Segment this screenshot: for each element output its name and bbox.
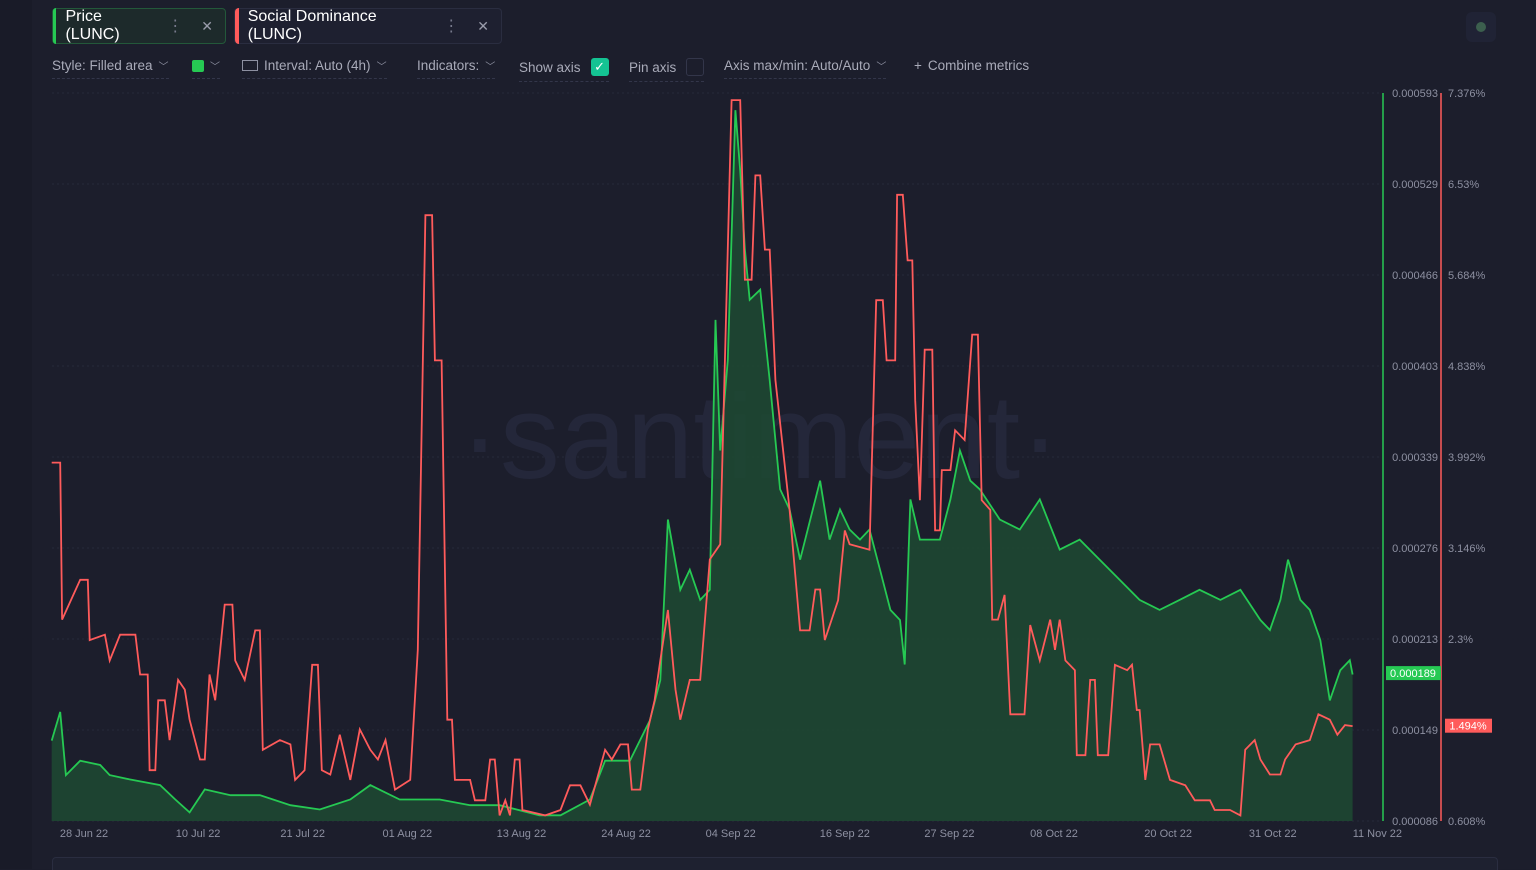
dominance-axis-tick: 2.3% — [1448, 634, 1473, 646]
price-axis-tick: 0.000276 — [1392, 543, 1438, 555]
dominance-axis-tick: 6.53% — [1448, 179, 1479, 191]
price-axis-tick: 0.000339 — [1392, 452, 1438, 464]
x-axis-tick: 20 Oct 22 — [1144, 828, 1192, 840]
x-axis-tick: 08 Oct 22 — [1030, 828, 1078, 840]
more-options-icon[interactable]: ⋮ — [167, 16, 183, 36]
pin-axis-label: Pin axis — [629, 59, 677, 75]
price-axis-tick: 0.000529 — [1392, 179, 1438, 191]
close-icon[interactable]: ✕ — [201, 18, 213, 35]
close-icon[interactable]: ✕ — [477, 18, 489, 35]
series-color-marker — [235, 8, 239, 44]
status-button[interactable] — [1466, 12, 1496, 42]
price-axis-tick: 0.000149 — [1392, 725, 1438, 737]
x-axis-tick: 24 Aug 22 — [601, 828, 651, 840]
price-axis-tick: 0.000466 — [1392, 270, 1438, 282]
dominance-axis-tick: 7.376% — [1448, 88, 1486, 100]
dominance-axis-tick: 3.992% — [1448, 452, 1486, 464]
tab-label: Price (LUNC) — [65, 8, 120, 43]
axis-maxmin-dropdown[interactable]: Axis max/min: Auto/Auto ﹀ — [724, 58, 887, 79]
x-axis-tick: 13 Aug 22 — [497, 828, 547, 840]
price-axis-tick: 0.000403 — [1392, 361, 1438, 373]
timeline-scroller[interactable] — [52, 857, 1498, 870]
show-axis-toggle[interactable]: Show axis ✓ — [519, 58, 609, 82]
chevron-down-icon: ﹀ — [158, 62, 169, 73]
chart-canvas[interactable]: ·santiment· 0.0005930.0005290.0004660.00… — [0, 0, 1536, 869]
interval-dropdown[interactable]: Interval: Auto (4h) ﹀ — [242, 58, 387, 79]
combine-metrics-label: Combine metrics — [927, 58, 1030, 73]
axis-maxmin-label: Axis max/min: Auto/Auto — [724, 58, 871, 73]
chevron-down-icon: ﹀ — [485, 62, 496, 73]
style-dropdown[interactable]: Style: Filled area ﹀ — [52, 58, 169, 79]
status-dot-icon — [1476, 22, 1486, 32]
price-axis-tick: 0.000593 — [1392, 88, 1438, 100]
dominance-axis-tick: 5.684% — [1448, 270, 1486, 282]
x-axis-tick: 10 Jul 22 — [176, 828, 221, 840]
interval-label: Interval: Auto (4h) — [264, 58, 371, 73]
tab-social-dominance-lunc[interactable]: Social Dominance (LUNC) ⋮ ✕ — [234, 8, 502, 44]
x-axis-tick: 01 Aug 22 — [383, 828, 433, 840]
price-axis-tick: 0.000086 — [1392, 816, 1438, 828]
chevron-down-icon: ﹀ — [376, 62, 387, 73]
x-axis-tick: 04 Sep 22 — [706, 828, 756, 840]
tab-label: Social Dominance (LUNC) — [247, 8, 377, 43]
combine-metrics-button[interactable]: + Combine metrics — [914, 58, 1029, 78]
x-axis-tick: 27 Sep 22 — [924, 828, 974, 840]
current-dominance-label: 1.494% — [1449, 721, 1487, 733]
x-axis-tick: 11 Nov 22 — [1353, 828, 1402, 840]
indicators-label: Indicators: — [417, 58, 480, 73]
show-axis-label: Show axis — [519, 59, 581, 75]
x-axis-tick: 31 Oct 22 — [1249, 828, 1297, 840]
color-swatch — [192, 59, 204, 72]
x-axis-tick: 21 Jul 22 — [280, 828, 325, 840]
series-color-marker — [53, 8, 57, 44]
checkbox-checked-icon[interactable]: ✓ — [590, 58, 609, 76]
dominance-axis-tick: 0.608% — [1448, 816, 1486, 828]
pin-axis-toggle[interactable]: Pin axis — [629, 58, 705, 82]
chevron-down-icon: ﹀ — [210, 62, 220, 73]
current-price-label: 0.000189 — [1390, 668, 1436, 680]
x-axis-tick: 28 Jun 22 — [60, 828, 108, 840]
dominance-axis-tick: 4.838% — [1448, 361, 1486, 373]
style-label: Style: Filled area — [52, 58, 153, 73]
plus-icon: + — [914, 58, 922, 73]
x-axis-tick: 16 Sep 22 — [820, 828, 870, 840]
chevron-down-icon: ﹀ — [876, 62, 887, 73]
ruler-icon — [242, 60, 258, 71]
indicators-dropdown[interactable]: Indicators: ﹀ — [417, 58, 496, 79]
more-options-icon[interactable]: ⋮ — [443, 16, 459, 36]
checkbox-unchecked-icon[interactable] — [686, 58, 705, 76]
color-picker[interactable]: ﹀ — [192, 58, 220, 79]
dominance-axis-tick: 3.146% — [1448, 543, 1486, 555]
price-axis-tick: 0.000213 — [1392, 634, 1438, 646]
tab-price-lunc[interactable]: Price (LUNC) ⋮ ✕ — [52, 8, 226, 44]
